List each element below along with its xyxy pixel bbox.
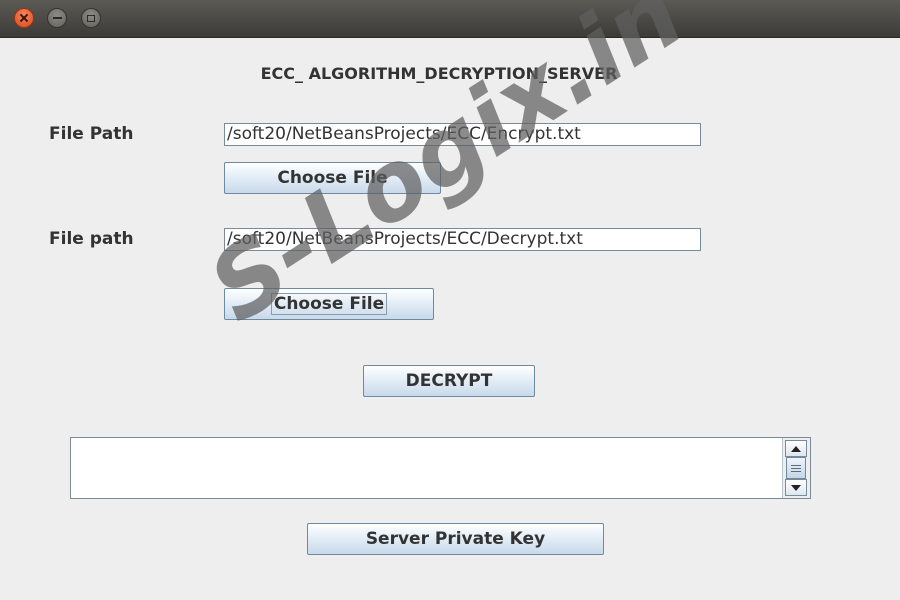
decrypt-file-path-label: File path <box>49 229 134 249</box>
scroll-down-button[interactable] <box>785 479 807 496</box>
decrypt-button-label: DECRYPT <box>405 371 493 391</box>
close-button[interactable] <box>14 8 34 28</box>
page-title: ECC_ ALGORITHM_DECRYPTION_SERVER <box>260 64 618 83</box>
minimize-icon <box>52 17 62 19</box>
server-private-key-button[interactable]: Server Private Key <box>307 523 604 555</box>
server-private-key-label: Server Private Key <box>365 529 546 549</box>
minimize-button[interactable] <box>47 8 67 28</box>
encrypt-file-path-input[interactable]: /soft20/NetBeansProjects/ECC/Encrypt.txt <box>224 123 701 146</box>
output-text-area[interactable] <box>70 437 811 499</box>
choose-encrypt-file-button[interactable]: Choose File <box>224 162 441 194</box>
scroll-grip-icon <box>791 464 801 466</box>
window-titlebar[interactable] <box>0 0 900 38</box>
choose-encrypt-file-label: Choose File <box>277 168 388 188</box>
scroll-thumb[interactable] <box>786 457 806 479</box>
encrypt-file-path-label: File Path <box>49 124 134 144</box>
maximize-icon <box>87 14 95 22</box>
decrypt-file-path-input[interactable]: /soft20/NetBeansProjects/ECC/Decrypt.txt <box>224 228 701 251</box>
scroll-up-button[interactable] <box>785 440 807 457</box>
vertical-scrollbar[interactable] <box>782 438 810 498</box>
choose-decrypt-file-label: Choose File <box>270 293 388 315</box>
output-text <box>71 438 810 446</box>
scroll-up-icon <box>791 445 801 452</box>
close-icon <box>19 13 29 23</box>
scroll-down-icon <box>791 484 801 491</box>
decrypt-button[interactable]: DECRYPT <box>363 365 535 397</box>
choose-decrypt-file-button[interactable]: Choose File <box>224 288 434 320</box>
maximize-button[interactable] <box>81 8 101 28</box>
